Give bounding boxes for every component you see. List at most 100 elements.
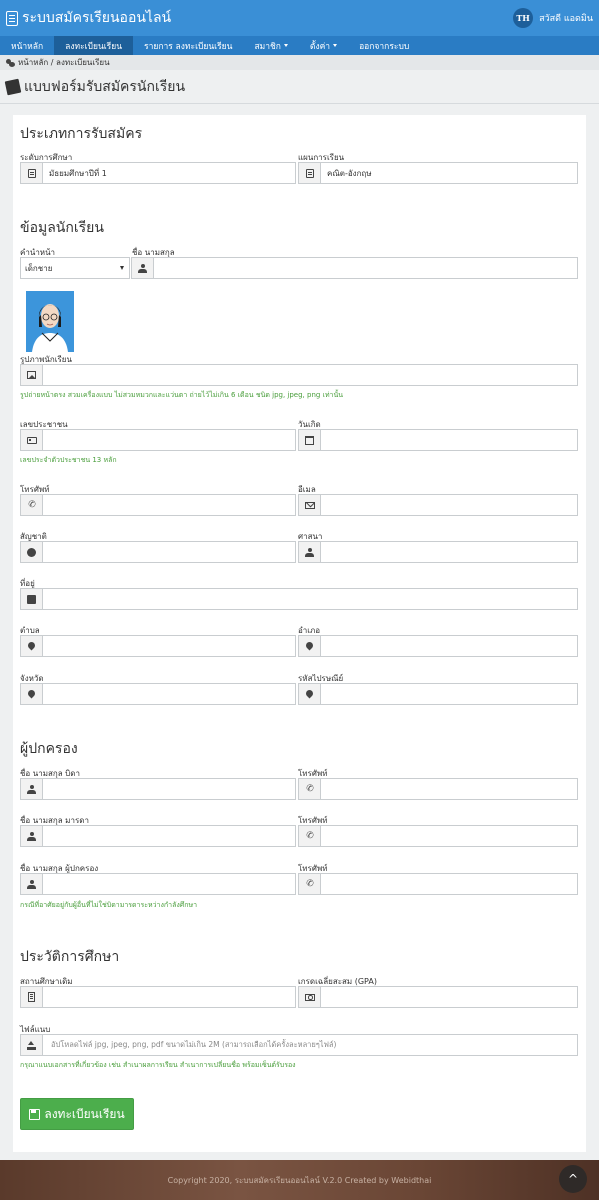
section-title-education: ประวัติการศึกษา <box>20 949 120 965</box>
attach-help: กรุณาแนบเอกสารที่เกี่ยวข้อง เช่น สำเนาผล… <box>20 1061 296 1069</box>
user-icon <box>138 263 147 273</box>
app-title: ระบบสมัครเรียนออนไลน์ <box>22 10 172 26</box>
calendar-icon <box>305 435 314 445</box>
user-greeting: สวัสดี แอดมิน <box>539 14 593 24</box>
map-pin-icon <box>26 640 37 650</box>
phone-icon: ✆ <box>304 830 315 842</box>
nav-logout-label: ออกจากระบบ <box>359 41 410 52</box>
prefix-value: เด็กชาย <box>25 263 53 273</box>
religion-field[interactable] <box>298 541 578 563</box>
photo-upload-field[interactable] <box>20 364 578 386</box>
nationality-field[interactable] <box>20 541 296 563</box>
nav-register-label: ลงทะเบียนเรียน <box>65 41 123 52</box>
section-title-student: ข้อมูลนักเรียน <box>20 220 104 236</box>
student-photo-image <box>26 291 74 352</box>
users-icon <box>6 58 15 67</box>
address-field[interactable] <box>20 588 578 610</box>
phone-icon: ✆ <box>26 499 37 511</box>
gpa-field[interactable] <box>298 986 578 1008</box>
zipcode-field[interactable] <box>298 683 578 705</box>
caret-down-icon <box>333 44 338 47</box>
top-bar: ระบบสมัครเรียนออนไลน์ TH สวัสดี แอดมิน <box>0 0 599 36</box>
map-pin-icon <box>26 688 37 698</box>
section-title-guardian: ผู้ปกครอง <box>20 741 78 757</box>
footer-text: Copyright 2020, ระบบสมัครเรียนออนไลน์ V.… <box>167 1175 432 1185</box>
nav-home-label: หน้าหลัก <box>11 41 44 52</box>
guardian-help: กรณีที่อาศัยอยู่กับผู้อื่นที่ไม่ใช่บิดาม… <box>20 901 197 909</box>
guardian-name-field[interactable] <box>20 873 296 895</box>
footer: Copyright 2020, ระบบสมัครเรียนออนไลน์ V.… <box>0 1160 599 1200</box>
page-title: แบบฟอร์มรับสมัครนักเรียน <box>24 78 186 95</box>
breadcrumb: หน้าหลัก / ลงทะเบียนเรียน <box>0 55 599 70</box>
nav-register[interactable]: ลงทะเบียนเรียน <box>54 36 134 55</box>
user-icon <box>27 879 36 889</box>
app-brand[interactable]: ระบบสมัครเรียนออนไลน์ <box>6 7 171 29</box>
photo-help: รูปถ่ายหน้าตรง สวมเครื่องแบบ ไม่สวมหมวกแ… <box>20 391 344 399</box>
document-icon <box>6 10 18 26</box>
phone-field[interactable]: ✆ <box>20 494 296 516</box>
floppy-disk-icon <box>29 1108 41 1120</box>
caret-down-icon <box>283 44 288 47</box>
scroll-to-top-button[interactable]: ^ <box>559 1165 587 1193</box>
phone-icon: ✆ <box>304 783 315 795</box>
upload-icon <box>27 1040 36 1050</box>
user-menu[interactable]: TH สวัสดี แอดมิน <box>513 8 593 28</box>
father-phone-field[interactable]: ✆ <box>298 778 578 800</box>
chevron-down-icon <box>120 266 124 270</box>
nav-list-label: รายการ ลงทะเบียนเรียน <box>144 41 233 52</box>
submit-label: ลงทะเบียนเรียน <box>44 1106 125 1121</box>
chevron-up-icon: ^ <box>567 1172 579 1186</box>
image-icon <box>27 371 36 379</box>
breadcrumb-text[interactable]: หน้าหลัก / ลงทะเบียนเรียน <box>18 56 110 69</box>
nav-logout[interactable]: ออกจากระบบ <box>348 36 420 55</box>
globe-icon <box>27 547 36 557</box>
idcard-help: เลขประจำตัวประชาชน 13 หลัก <box>20 456 117 464</box>
attach-field[interactable]: อัปโหลดไฟล์ jpg, jpeg, png, pdf ขนาดไม่เ… <box>20 1034 578 1056</box>
district-field[interactable] <box>298 635 578 657</box>
list-icon <box>27 168 36 178</box>
plan-select[interactable]: คณิต-อังกฤษ <box>298 162 578 184</box>
mother-phone-field[interactable]: ✆ <box>298 825 578 847</box>
user-icon <box>27 784 36 794</box>
school-field[interactable] <box>20 986 296 1008</box>
page-title-bar: แบบฟอร์มรับสมัครนักเรียน <box>0 70 599 104</box>
avatar: TH <box>513 8 534 28</box>
birth-field[interactable] <box>298 429 578 451</box>
student-photo <box>26 291 74 352</box>
subdistrict-field[interactable] <box>20 635 296 657</box>
guardian-phone-field[interactable]: ✆ <box>298 873 578 895</box>
id-card-icon <box>26 436 37 444</box>
prefix-select[interactable]: เด็กชาย <box>20 257 130 279</box>
level-select[interactable]: มัธยมศึกษาปีที่ 1 <box>20 162 296 184</box>
nav-members[interactable]: สมาชิก <box>243 36 298 55</box>
list-icon <box>305 168 314 178</box>
building-icon <box>28 992 35 1002</box>
attach-placeholder: อัปโหลดไฟล์ jpg, jpeg, png, pdf ขนาดไม่เ… <box>51 1040 337 1049</box>
submit-button[interactable]: ลงทะเบียนเรียน <box>20 1098 134 1130</box>
province-field[interactable] <box>20 683 296 705</box>
plan-value: คณิต-อังกฤษ <box>327 168 372 178</box>
map-pin-icon <box>304 688 315 698</box>
money-icon <box>304 993 315 1001</box>
nav-home[interactable]: หน้าหลัก <box>0 36 54 55</box>
phone-icon: ✆ <box>304 878 315 890</box>
idcard-field[interactable] <box>20 429 296 451</box>
mother-name-field[interactable] <box>20 825 296 847</box>
name-field[interactable] <box>131 257 578 279</box>
email-field[interactable] <box>298 494 578 516</box>
form-icon <box>4 78 22 95</box>
father-name-field[interactable] <box>20 778 296 800</box>
nav-settings[interactable]: ตั้งค่า <box>299 36 348 55</box>
map-pin-icon <box>304 640 315 650</box>
address-card-icon <box>27 594 36 604</box>
form-card: ประเภทการรับสมัคร ระดับการศึกษา มัธยมศึก… <box>13 115 586 1152</box>
nav-members-label: สมาชิก <box>254 41 281 52</box>
user-icon <box>305 547 314 557</box>
section-title-type: ประเภทการรับสมัคร <box>20 126 143 142</box>
nav-settings-label: ตั้งค่า <box>309 41 331 52</box>
envelope-icon <box>304 501 315 509</box>
level-value: มัธยมศึกษาปีที่ 1 <box>49 168 107 178</box>
user-icon <box>27 831 36 841</box>
nav-register-list[interactable]: รายการ ลงทะเบียนเรียน <box>133 36 243 55</box>
main-nav: หน้าหลัก ลงทะเบียนเรียน รายการ ลงทะเบียน… <box>0 36 599 55</box>
